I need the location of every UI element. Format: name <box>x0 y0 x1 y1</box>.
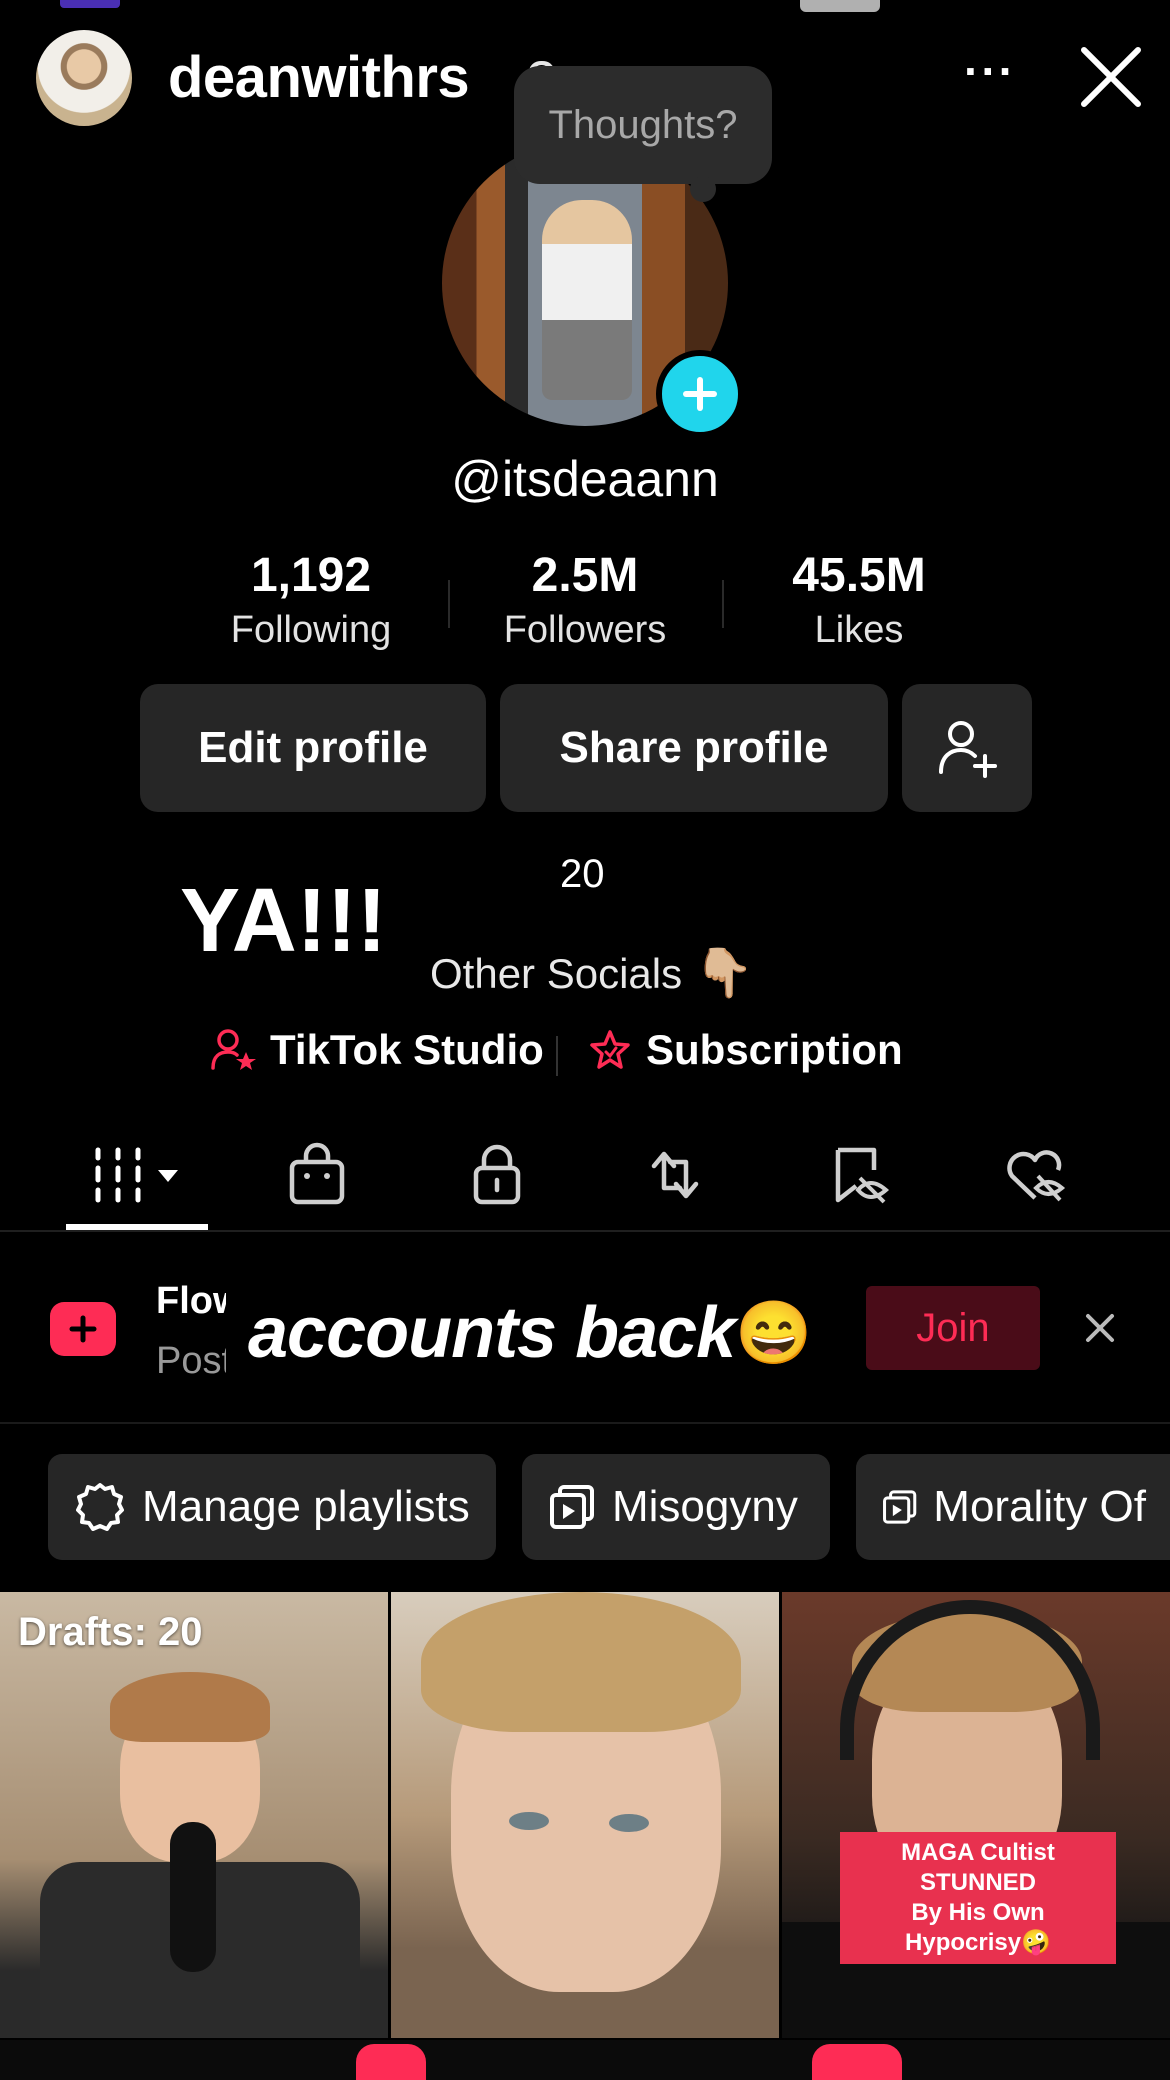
stat-label: Likes <box>814 609 904 651</box>
liked-hidden-tab-icon[interactable] <box>1000 1140 1070 1210</box>
microphone-icon <box>170 1822 216 1972</box>
bio-overlay-text: YA!!! <box>180 871 387 971</box>
video-thumbnail[interactable] <box>782 1592 1170 2038</box>
more-options-icon[interactable]: ··· <box>964 44 1016 98</box>
bio-number: 20 <box>560 852 605 896</box>
thumbnail-hair <box>110 1672 270 1742</box>
grinning-emoji-icon: 😄 <box>735 1298 812 1368</box>
caption-line: MAGA Cultist STUNNED <box>901 1839 1055 1896</box>
tabs-divider <box>0 1230 1170 1232</box>
manage-playlists-chip[interactable]: Manage playlists <box>48 1454 496 1560</box>
subscription-star-icon <box>590 1030 630 1069</box>
thumbnail-eye <box>509 1812 549 1830</box>
link-divider <box>556 1036 558 1076</box>
playlist-chip-misogyny[interactable]: Misogyny <box>522 1454 830 1560</box>
caption-line: By His Own Hypocrisy🤪 <box>905 1899 1051 1956</box>
repost-tab-icon[interactable] <box>640 1140 710 1210</box>
studio-icon <box>211 1029 256 1070</box>
video-thumbnail[interactable] <box>391 1592 779 2038</box>
stat-value: 1,192 <box>250 549 372 602</box>
close-icon[interactable] <box>1078 44 1144 110</box>
story-author-username[interactable]: deanwithrs <box>168 44 470 111</box>
chip-label: Manage playlists <box>142 1482 470 1531</box>
story-overlay-caption: accounts back 😄 <box>248 1292 812 1374</box>
plus-icon <box>683 377 717 411</box>
profile-handle: @itsdeaann <box>451 451 719 507</box>
stat-divider <box>722 580 724 628</box>
notification-badge <box>812 2044 902 2080</box>
story-progress-indicator <box>800 0 880 12</box>
bottom-bar <box>0 2040 1170 2080</box>
edit-profile-button[interactable]: Edit profile <box>140 684 486 812</box>
videos-grid-tab-icon[interactable] <box>90 1140 190 1210</box>
pointing-down-icon: 👇🏼 <box>694 947 754 1000</box>
story-progress-indicator <box>60 0 120 8</box>
promo-title: Flow <box>156 1280 226 1322</box>
stat-value: 2.5M <box>531 549 639 602</box>
overlay-caption-text: accounts back <box>248 1293 736 1373</box>
lock-tab-icon[interactable] <box>462 1140 532 1210</box>
section-divider <box>0 1422 1170 1424</box>
join-button[interactable]: Join <box>866 1286 1040 1370</box>
stat-likes[interactable]: 45.5M Likes <box>734 548 984 652</box>
subscription-link[interactable]: Subscription <box>586 1026 903 1074</box>
tiktok-studio-label: TikTok Studio <box>270 1026 544 1073</box>
stat-followers[interactable]: 2.5M Followers <box>460 548 710 652</box>
notification-badge <box>356 2044 426 2080</box>
add-user-icon <box>939 721 997 778</box>
profile-photo-subject <box>542 200 632 400</box>
video-thumbnail-drafts[interactable] <box>0 1592 388 2038</box>
stat-following[interactable]: 1,192 Following <box>186 548 436 652</box>
thumbnail-eye <box>609 1814 649 1832</box>
tiktok-studio-link[interactable]: TikTok Studio <box>210 1026 544 1074</box>
chip-label: Misogyny <box>612 1482 798 1531</box>
story-author-avatar[interactable] <box>36 30 132 126</box>
add-photo-button[interactable] <box>656 350 744 438</box>
stat-label: Followers <box>503 609 667 651</box>
plus-icon <box>69 1315 97 1343</box>
favorites-hidden-tab-icon[interactable] <box>824 1140 894 1210</box>
share-profile-button[interactable]: Share profile <box>500 684 888 812</box>
subscription-label: Subscription <box>646 1026 903 1073</box>
stat-divider <box>448 580 450 628</box>
video-caption-overlay: MAGA Cultist STUNNED By His Own Hypocris… <box>840 1832 1116 1964</box>
playlist-icon <box>550 1485 594 1529</box>
note-bubble[interactable]: Thoughts? <box>514 66 772 184</box>
thumbnail-hair <box>421 1592 741 1732</box>
note-bubble-tail <box>690 176 716 202</box>
drafts-label: Drafts: 20 <box>18 1610 203 1654</box>
add-friend-button[interactable] <box>902 684 1032 812</box>
dismiss-promo-icon[interactable] <box>1080 1308 1120 1348</box>
promo-subtitle: Post <box>156 1340 226 1382</box>
chip-label: Morality Of <box>933 1482 1146 1531</box>
stat-label: Following <box>230 609 392 651</box>
playlist-chip-morality[interactable]: Morality Of <box>856 1454 1170 1560</box>
promo-camera-icon <box>50 1302 116 1356</box>
playlist-icon <box>883 1490 917 1524</box>
stat-value: 45.5M <box>792 549 926 602</box>
shop-tab-icon[interactable] <box>282 1140 352 1210</box>
headphones-icon <box>840 1600 1100 1760</box>
gear-icon <box>76 1483 124 1531</box>
bio-text: Other Socials <box>430 950 683 997</box>
